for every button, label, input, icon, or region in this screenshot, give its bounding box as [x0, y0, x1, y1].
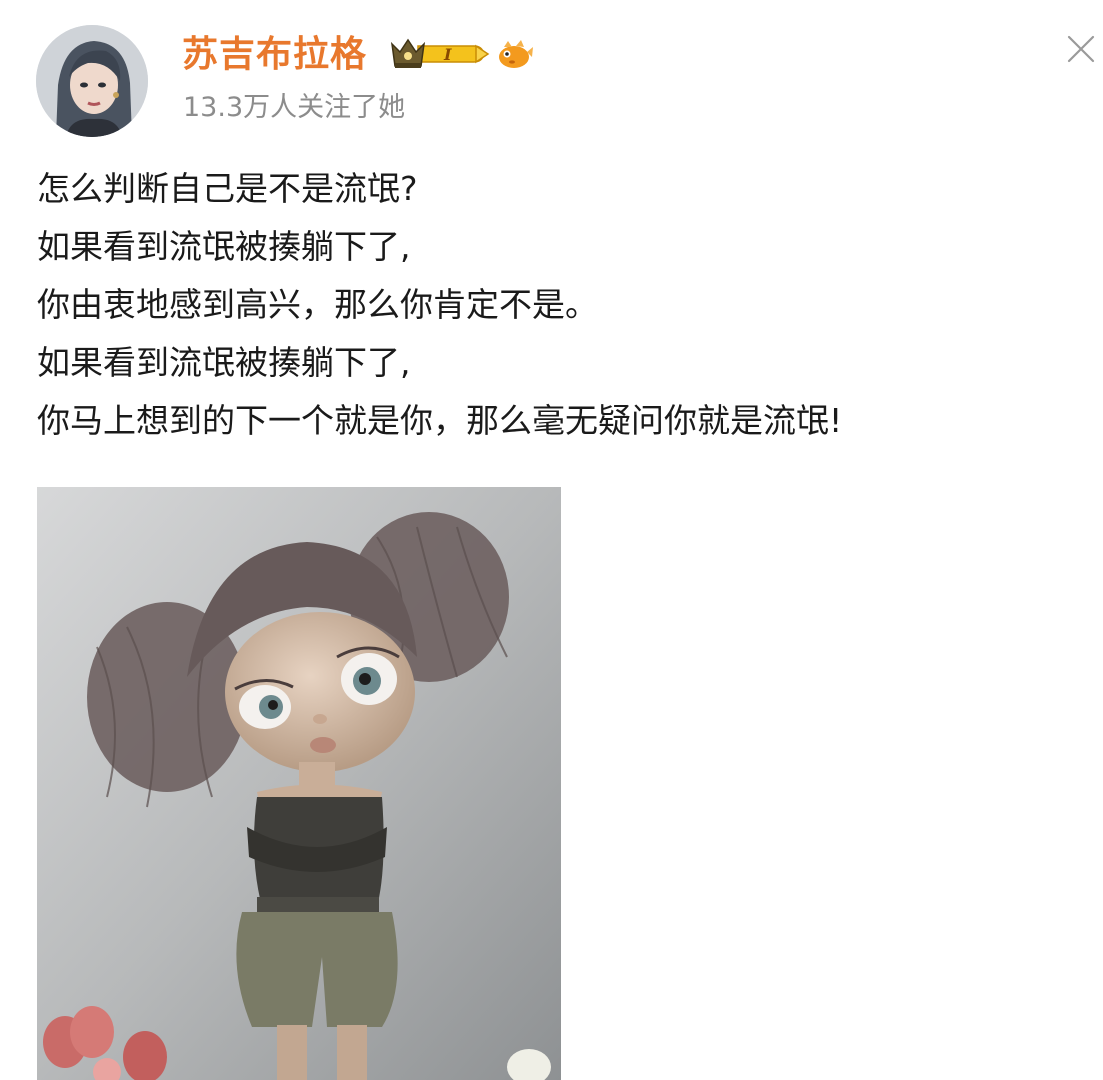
post-line: 如果看到流氓被揍躺下了, [37, 343, 411, 382]
post-line: 怎么判断自己是不是流氓? [37, 169, 418, 208]
username[interactable]: 苏吉布拉格 [182, 34, 367, 76]
close-button[interactable] [1064, 32, 1098, 66]
post-line: 你由衷地感到高兴，那么你肯定不是。 [37, 285, 598, 324]
post-body: 怎么判断自己是不是流氓? 如果看到流氓被揍躺下了, 你由衷地感到高兴，那么你肯定… [37, 160, 1087, 450]
vip-crown-badge-icon[interactable]: I [388, 34, 492, 74]
avatar-portrait [36, 25, 148, 137]
follower-count: 13.3万人关注了她 [183, 92, 406, 123]
post-image[interactable] [37, 487, 561, 1080]
close-icon [1067, 35, 1095, 63]
post-line: 你马上想到的下一个就是你，那么毫无疑问你就是流氓! [37, 401, 843, 440]
avatar[interactable] [36, 25, 148, 137]
fish-icon[interactable] [494, 36, 534, 74]
cartoon-girl-image [37, 487, 561, 1080]
vip-level-text: I [443, 45, 452, 64]
post-line: 如果看到流氓被揍躺下了, [37, 227, 411, 266]
